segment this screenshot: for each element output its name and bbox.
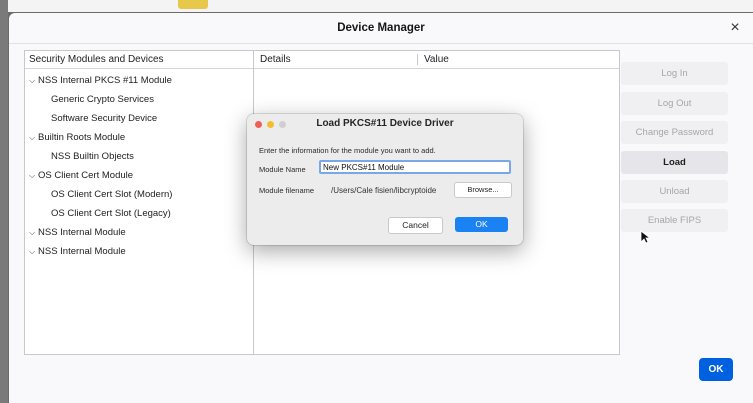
background-window-edge — [0, 0, 8, 403]
tree-item-label: OS Client Cert Slot (Modern) — [51, 189, 173, 200]
tree-item-label: NSS Internal Module — [38, 246, 126, 257]
background-tab-marker — [178, 0, 208, 9]
tree-item-label: Generic Crypto Services — [51, 94, 154, 105]
tree-slot-item[interactable]: OS Client Cert Slot (Modern) — [25, 185, 254, 204]
details-column-header[interactable]: Details — [260, 51, 291, 68]
chevron-down-icon[interactable]: ⌵ — [29, 223, 38, 242]
tree-slot-item[interactable]: OS Client Cert Slot (Legacy) — [25, 204, 254, 223]
security-modules-tree: Security Modules and Devices ⌵ NSS Intern… — [24, 50, 255, 355]
tree-module-item[interactable]: ⌵ Builtin Roots Module — [25, 128, 254, 147]
chevron-down-icon[interactable]: ⌵ — [29, 242, 38, 261]
tree-item-label: NSS Internal Module — [38, 227, 126, 238]
tree-list: ⌵ NSS Internal PKCS #11 Module Generic Cry… — [25, 69, 254, 261]
window-titlebar: Device Manager × — [9, 13, 753, 44]
module-filename-field[interactable]: /Users/Cale fisien/libcryptoide — [331, 185, 449, 197]
tree-module-item[interactable]: ⌵ NSS Internal Module — [25, 242, 254, 261]
tree-item-label: Builtin Roots Module — [38, 132, 126, 143]
module-name-input[interactable] — [319, 160, 511, 174]
log-out-button[interactable]: Log Out — [621, 92, 728, 115]
unload-button[interactable]: Unload — [621, 180, 728, 203]
dialog-ok-button[interactable]: OK — [455, 217, 508, 232]
tree-item-label: Software Security Device — [51, 113, 158, 124]
tree-slot-item[interactable]: NSS Builtin Objects — [25, 147, 254, 166]
window-title: Device Manager — [337, 22, 425, 34]
mouse-pointer-icon — [640, 230, 650, 244]
tree-module-item[interactable]: ⌵ NSS Internal PKCS #11 Module — [25, 71, 254, 90]
column-divider[interactable] — [417, 54, 418, 65]
chevron-down-icon[interactable]: ⌵ — [29, 128, 38, 147]
tree-header: Security Modules and Devices — [25, 51, 254, 69]
load-device-driver-dialog: Load PKCS#11 Device Driver Enter the inf… — [247, 114, 523, 245]
cancel-button[interactable]: Cancel — [388, 217, 443, 234]
tree-module-item[interactable]: ⌵ OS Client Cert Module — [25, 166, 254, 185]
details-header: Details Value — [254, 51, 619, 69]
log-in-button[interactable]: Log In — [621, 62, 728, 85]
value-column-header[interactable]: Value — [424, 51, 449, 68]
tree-item-label: NSS Builtin Objects — [51, 151, 134, 162]
tree-slot-item[interactable]: Software Security Device — [25, 109, 254, 128]
tree-item-label: NSS Internal PKCS #11 Module — [38, 75, 172, 86]
enable-fips-button[interactable]: Enable FIPS — [621, 209, 728, 232]
background-window-strip — [8, 0, 753, 12]
chevron-down-icon[interactable]: ⌵ — [29, 166, 38, 185]
tree-item-label: OS Client Cert Slot (Legacy) — [51, 208, 171, 219]
chevron-down-icon[interactable]: ⌵ — [29, 71, 38, 90]
tree-item-label: OS Client Cert Module — [38, 170, 134, 181]
dialog-prompt: Enter the information for the module you… — [259, 146, 436, 155]
change-password-button[interactable]: Change Password — [621, 121, 728, 144]
close-icon[interactable]: × — [725, 18, 745, 38]
dialog-title: Load PKCS#11 Device Driver — [316, 118, 454, 129]
load-button[interactable]: Load — [621, 151, 728, 174]
module-name-label: Module Name — [259, 165, 306, 174]
browse-button[interactable]: Browse... — [454, 182, 512, 198]
module-filename-label: Module filename — [259, 186, 315, 195]
tree-slot-item[interactable]: Generic Crypto Services — [25, 90, 254, 109]
tree-module-item[interactable]: ⌵ NSS Internal Module — [25, 223, 254, 242]
ok-button[interactable]: OK — [699, 358, 733, 381]
